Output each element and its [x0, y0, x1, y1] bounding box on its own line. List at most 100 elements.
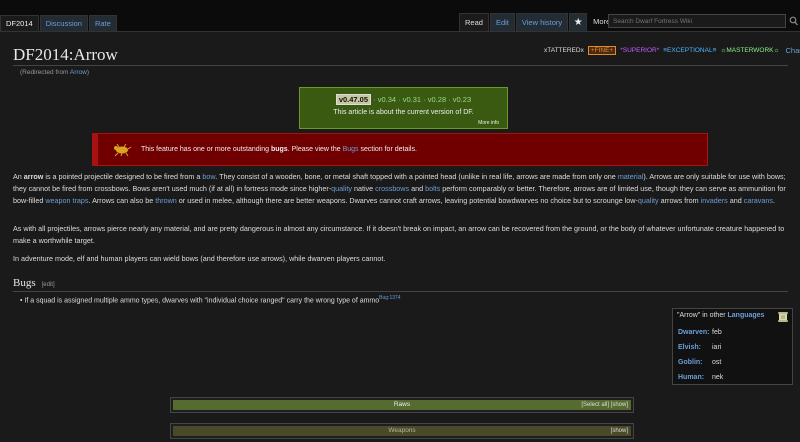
quality-masterwork: ☼MASTERWORK☼	[720, 47, 780, 54]
bugs-heading-text: Bugs	[13, 277, 36, 289]
bug-notice-text: This feature has one or more outstanding…	[141, 146, 417, 153]
page-title: DF2014:Arrow	[13, 45, 118, 64]
scroll-icon	[778, 312, 788, 322]
tab-read[interactable]: Read	[459, 13, 489, 31]
version-link[interactable]: v0.31	[403, 95, 421, 104]
paragraph-text: is a pointed projectile designed to be f…	[43, 172, 203, 181]
version-separator: ·	[446, 95, 453, 104]
lang-word: feb	[712, 329, 722, 336]
inline-link[interactable]: crossbows	[375, 184, 409, 193]
inline-link[interactable]: bolts	[425, 184, 440, 193]
quality-exceptional: ≡EXCEPTIONAL≡	[663, 47, 717, 54]
tab-rate[interactable]: Rate	[88, 15, 117, 31]
lang-name[interactable]: Human:	[678, 374, 712, 381]
bug-notice-mid: . Please view the	[287, 146, 343, 153]
quality-tattered: xTATTEREDx	[544, 47, 584, 54]
watch-star-icon[interactable]: ★	[569, 13, 588, 31]
paragraph-text: arrows from	[658, 196, 701, 205]
paragraph-text: native	[351, 184, 376, 193]
bugs-edit-link[interactable]: [edit]	[42, 282, 55, 288]
lang-name[interactable]: Goblin:	[678, 359, 712, 366]
bugs-divider	[13, 291, 788, 292]
lang-row-human: Human: nek	[678, 374, 723, 381]
tab-df2014[interactable]: DF2014	[0, 15, 39, 31]
lang-name[interactable]: Elvish:	[678, 344, 712, 351]
weapons-navbox-title: Weapons	[388, 427, 416, 434]
paragraph-text: and	[727, 196, 744, 205]
languages-pre: "Arrow" in other	[677, 312, 728, 319]
bug-notice-post: section for details.	[358, 146, 417, 153]
inline-link[interactable]: thrown	[155, 196, 177, 205]
inline-link[interactable]: caravans	[744, 196, 773, 205]
version-more-info[interactable]: More info	[478, 120, 499, 126]
inline-link[interactable]: weapon traps	[45, 196, 88, 205]
adventure-paragraph: In adventure mode, elf and human players…	[13, 254, 386, 263]
search-icon[interactable]	[789, 16, 798, 26]
redirect-note: (Redirected from Arrow)	[20, 69, 89, 76]
bug-section-link[interactable]: Bugs	[343, 146, 359, 153]
intro-paragraph: An arrow is a pointed projectile designe…	[13, 171, 788, 207]
projectile-paragraph: As with all projectiles, arrows pierce n…	[13, 224, 785, 245]
languages-heading: "Arrow" in other Languages	[677, 312, 764, 319]
version-separator: ·	[371, 95, 378, 104]
lang-row-dwarven: Dwarven: feb	[678, 329, 722, 336]
raws-navbox: Raws [Select all] [show]	[170, 397, 634, 413]
weapons-navbox: Weapons [show]	[170, 423, 634, 439]
search-input[interactable]	[608, 14, 786, 28]
version-separator: ·	[396, 95, 403, 104]
raws-navbox-title: Raws	[393, 401, 411, 408]
tab-view-history[interactable]: View history	[515, 13, 569, 31]
paragraph-text: and	[409, 184, 426, 193]
bug-notice-pre: This feature has one or more outstanding	[141, 146, 271, 153]
paragraph-text: .	[772, 196, 775, 205]
languages-link[interactable]: Languages	[728, 312, 765, 319]
bug-notice: This feature has one or more outstanding…	[92, 133, 708, 166]
inline-link[interactable]: invaders	[701, 196, 728, 205]
weapons-navbox-bar: Weapons [show]	[173, 426, 631, 436]
lang-word: nek	[712, 374, 724, 381]
top-bar: DF2014 Discussion Rate Read Edit View hi…	[0, 0, 800, 31]
inline-link[interactable]: quality	[331, 184, 352, 193]
version-links: v0.47.05 · v0.34 · v0.31 · v0.28 · v0.23	[300, 94, 507, 105]
inline-link[interactable]: material	[618, 172, 644, 181]
title-divider	[13, 65, 788, 66]
version-link[interactable]: v0.23	[453, 95, 471, 104]
version-box: v0.47.05 · v0.34 · v0.31 · v0.28 · v0.23…	[299, 87, 508, 129]
quality-rating: xTATTEREDx +FINE+ *SUPERIOR* ≡EXCEPTIONA…	[544, 46, 800, 55]
lang-name[interactable]: Dwarven:	[678, 329, 712, 336]
view-tabs: Read Edit View history ★ More ▾	[459, 13, 622, 31]
main-content: DF2014:Arrow xTATTEREDx +FINE+ *SUPERIOR…	[0, 31, 800, 442]
paragraph-text: An	[13, 172, 24, 181]
paragraph-text: . They consist of a wooden, bone, or met…	[215, 172, 618, 181]
inline-link[interactable]: bow	[202, 172, 215, 181]
quality-fine: +FINE+	[587, 46, 617, 55]
version-link[interactable]: v0.28	[428, 95, 446, 104]
bug-icon	[114, 143, 132, 157]
bug-list-item: • If a squad is assigned multiple ammo t…	[20, 295, 401, 305]
namespace-tabs: DF2014 Discussion Rate	[0, 15, 118, 31]
paragraph-text: or used in melee, although there are bet…	[176, 196, 638, 205]
version-link[interactable]: v0.34	[378, 95, 396, 104]
version-description: This article is about the current versio…	[333, 109, 474, 116]
lang-word: iari	[712, 344, 722, 351]
version-separator: ·	[421, 95, 428, 104]
tab-discussion[interactable]: Discussion	[39, 15, 88, 31]
redirect-link[interactable]: Arrow	[70, 69, 87, 76]
bold-term: arrow	[23, 172, 44, 181]
inline-link[interactable]: quality	[638, 196, 659, 205]
languages-box: "Arrow" in other Languages Dwarven: feb E…	[672, 308, 793, 385]
lang-word: ost	[712, 359, 722, 366]
tab-edit[interactable]: Edit	[489, 13, 515, 31]
raws-show-toggle[interactable]: [Select all] [show]	[581, 400, 628, 410]
raws-navbox-bar: Raws [Select all] [show]	[173, 400, 631, 410]
quality-change-link[interactable]: Change	[785, 46, 800, 55]
bug-item-text: If a squad is assigned multiple ammo typ…	[24, 297, 380, 305]
redirect-suffix: )	[86, 69, 90, 76]
quality-superior: *SUPERIOR*	[620, 47, 660, 54]
bug-ref-link[interactable]: Bug:1374	[379, 295, 400, 301]
paragraph-text: . Arrows can also be	[88, 196, 156, 205]
weapons-show-toggle[interactable]: [show]	[611, 426, 628, 436]
lang-row-goblin: Goblin: ost	[678, 359, 721, 366]
bug-notice-bold: bugs	[270, 146, 288, 153]
version-current[interactable]: v0.47.05	[335, 94, 372, 105]
